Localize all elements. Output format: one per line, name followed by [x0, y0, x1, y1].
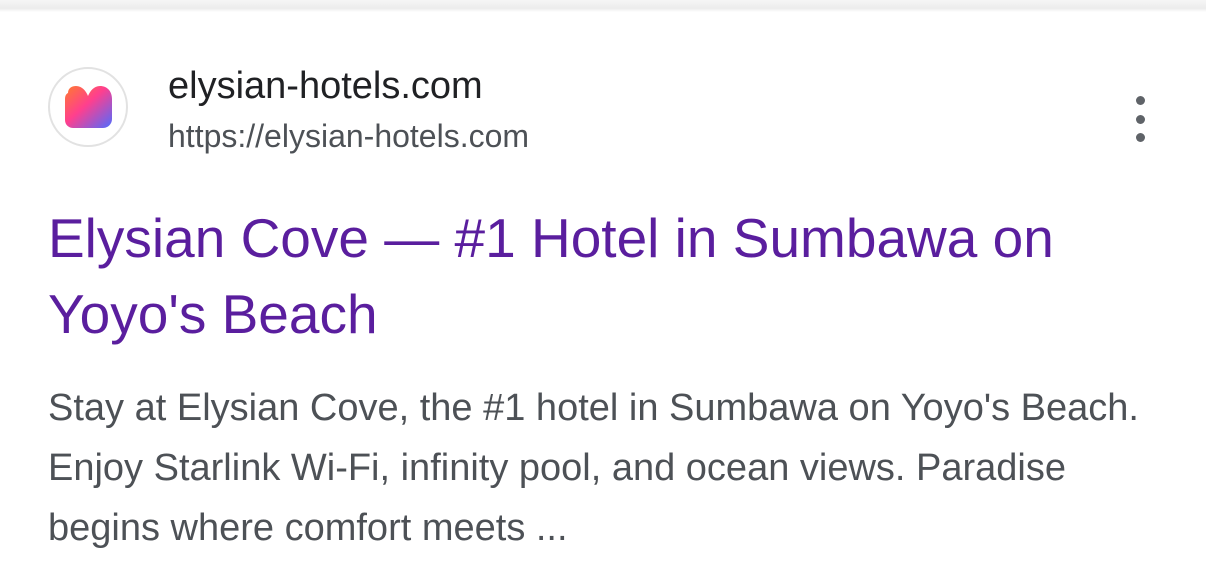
result-snippet: Stay at Elysian Cove, the #1 hotel in Su… [48, 387, 1139, 549]
more-vert-icon-dot [1135, 114, 1145, 124]
more-vert-icon-dot [1135, 133, 1145, 142]
site-url[interactable]: https://elysian-hotels.com [168, 116, 529, 156]
result-title-link[interactable]: Elysian Cove — #1 Hotel in Sumbawa on Yo… [48, 200, 1158, 352]
site-name[interactable]: elysian-hotels.com [168, 63, 483, 109]
search-result: elysian-hotels.com https://elysian-hotel… [0, 0, 1206, 574]
heart-logo-icon [65, 86, 112, 128]
more-options-button[interactable] [1120, 96, 1160, 142]
more-vert-icon [1135, 96, 1145, 105]
site-favicon[interactable] [48, 67, 128, 147]
